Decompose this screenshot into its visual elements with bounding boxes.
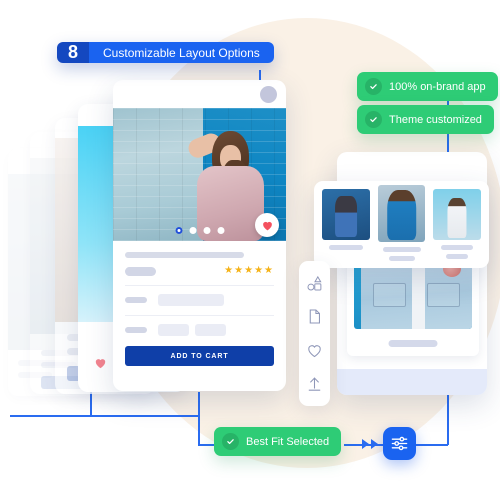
thumbnail-picker-card [314, 181, 489, 268]
option-select-placeholder[interactable] [158, 294, 224, 306]
connector-right-to-chip [416, 444, 448, 446]
badge-number: 8 [57, 42, 90, 63]
status-badge-theme: Theme customized [357, 105, 494, 134]
heart-icon [262, 221, 272, 230]
product-title-placeholder [125, 252, 244, 258]
divider-2 [125, 315, 274, 316]
heart-icon[interactable] [306, 342, 323, 359]
status-badge-label: Best Fit Selected [246, 435, 330, 448]
divider-1 [125, 285, 274, 286]
status-badge-label: 100% on-brand app [389, 80, 486, 93]
check-circle-icon [222, 433, 239, 450]
connector-card-drop [198, 392, 200, 445]
check-circle-icon [365, 111, 382, 128]
swatch-2[interactable] [195, 324, 226, 336]
carousel-dot-2[interactable] [189, 227, 196, 234]
check-circle-icon [365, 78, 382, 95]
thumbnail-row [314, 181, 489, 261]
product-card: ★★★★★ ADD TO CART [113, 80, 286, 391]
carousel-dot-1[interactable] [175, 227, 182, 234]
settings-chip[interactable] [383, 427, 416, 460]
badge-label: Customizable Layout Options [89, 42, 274, 63]
illustration-canvas: ★★★★★ ADD TO CART 8 Customizable Layout … [0, 0, 500, 500]
carousel-dots[interactable] [175, 227, 224, 234]
featured-caption-placeholder [388, 340, 438, 347]
status-badge-label: Theme customized [389, 113, 482, 126]
connector-left-drop [90, 392, 92, 417]
carousel-dot-3[interactable] [203, 227, 210, 234]
avatar[interactable] [260, 86, 277, 103]
numbered-badge: 8 Customizable Layout Options [57, 42, 274, 63]
favorite-button[interactable] [255, 213, 279, 237]
product-photo[interactable] [113, 108, 286, 241]
carousel-dot-4[interactable] [217, 227, 224, 234]
thumbnail-item-1[interactable] [322, 189, 370, 250]
swatch-1[interactable] [158, 324, 189, 336]
add-to-cart-button[interactable]: ADD TO CART [125, 346, 274, 366]
arrowhead-bestfit-b [371, 439, 378, 449]
arrowhead-bestfit-a [362, 439, 369, 449]
gallery-panel-footer [337, 369, 487, 395]
upload-icon[interactable] [306, 375, 323, 392]
rating-stars: ★★★★★ [224, 265, 274, 276]
product-card-body: ★★★★★ [113, 241, 286, 336]
page-icon[interactable] [306, 308, 323, 325]
connector-bottom-mid-bus [90, 415, 200, 417]
tools-sidebar [299, 261, 330, 406]
connector-bottom-left-bus [10, 415, 92, 417]
thumbnail-item-3[interactable] [433, 189, 482, 259]
status-badge-on-brand: 100% on-brand app [357, 72, 498, 101]
option-label-placeholder-2 [125, 327, 147, 333]
sliders-icon [391, 436, 408, 451]
product-card-header [113, 80, 286, 108]
option-row-color[interactable] [125, 324, 274, 336]
shapes-icon[interactable] [306, 275, 323, 292]
option-row-size[interactable] [125, 294, 274, 306]
option-label-placeholder [125, 297, 147, 303]
status-badge-best-fit: Best Fit Selected [214, 427, 342, 456]
thumbnail-item-2[interactable] [377, 185, 426, 261]
product-price-placeholder [125, 266, 156, 276]
